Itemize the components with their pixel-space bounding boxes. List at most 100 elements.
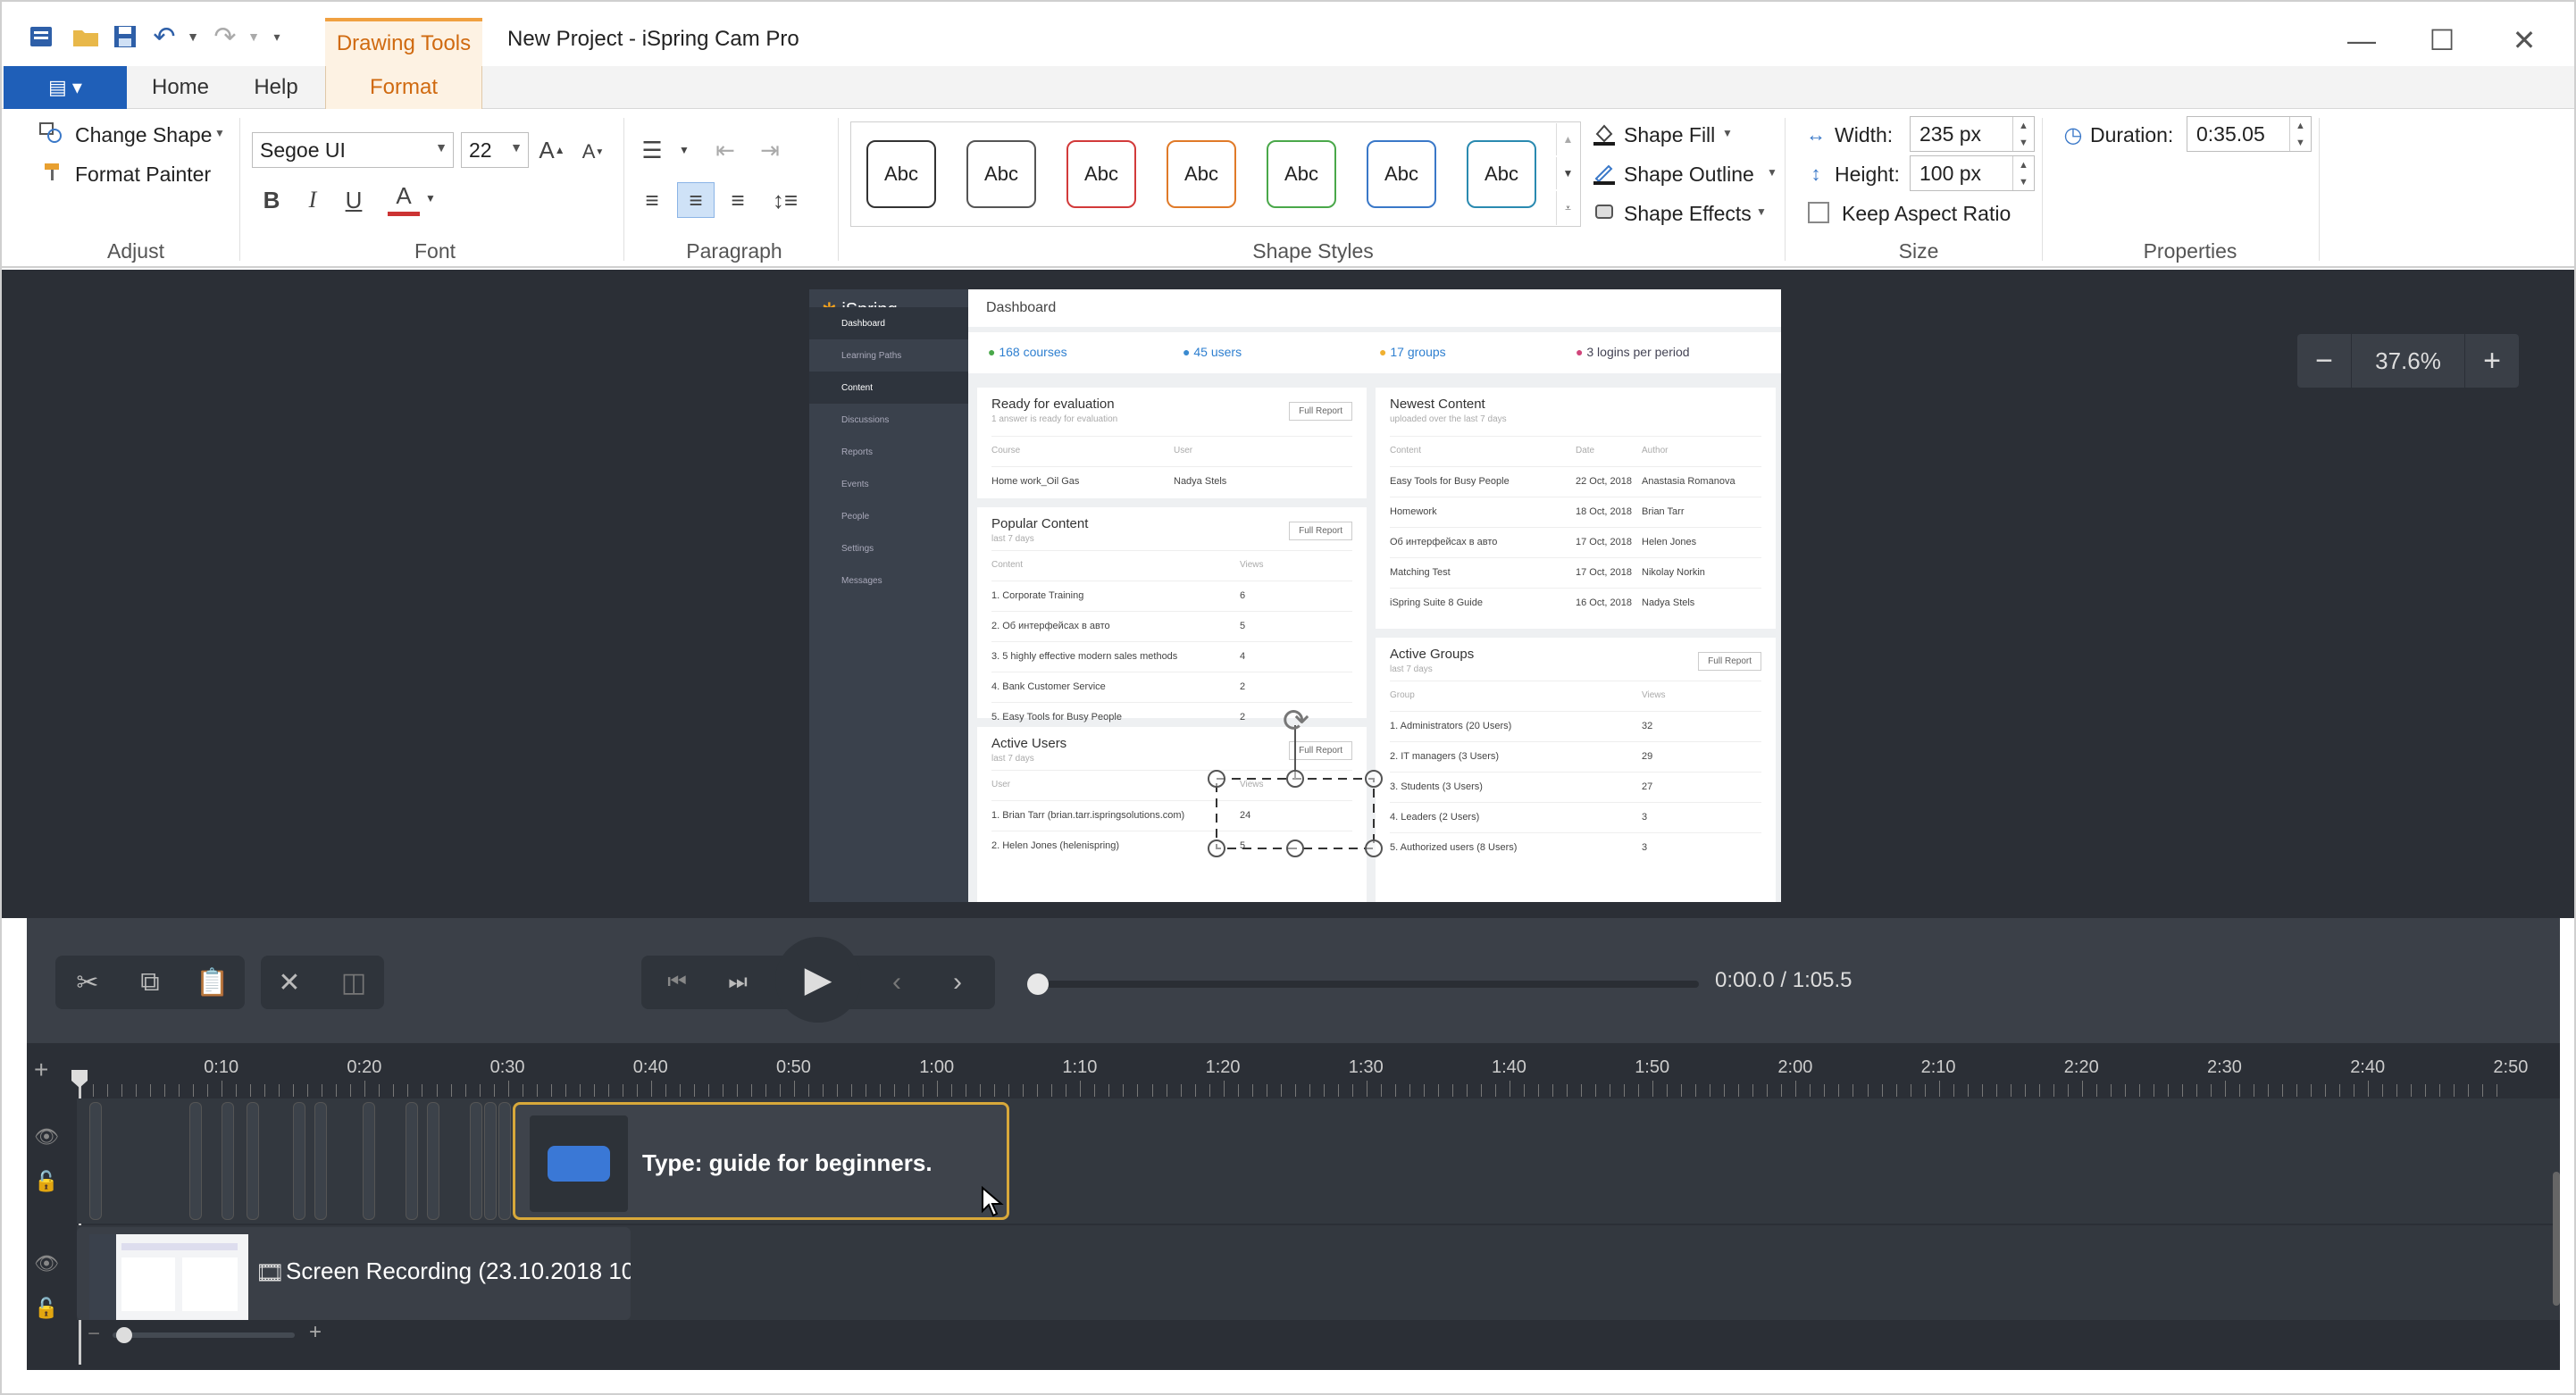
delete-icon[interactable]: ✕: [263, 956, 316, 1009]
gallery-up-icon[interactable]: ▲: [1556, 123, 1579, 155]
duration-input[interactable]: 0:35.05 ▲ ▼: [2187, 116, 2312, 152]
timeline-clip[interactable]: [222, 1102, 234, 1220]
shape-effects-button[interactable]: Shape Effects: [1624, 202, 1752, 226]
file-menu-button[interactable]: ▤ ▾: [4, 66, 127, 109]
font-color-dropdown-icon[interactable]: ▼: [422, 189, 439, 207]
app-menu-icon[interactable]: [25, 21, 57, 52]
add-track-icon[interactable]: +: [34, 1056, 48, 1084]
minimize-icon[interactable]: —: [2335, 18, 2388, 63]
lock-icon[interactable]: 🔓: [34, 1297, 58, 1320]
screen-recording-clip[interactable]: 🎞 Screen Recording (23.10.2018 10: [77, 1227, 631, 1320]
playhead-handle[interactable]: [1027, 973, 1049, 995]
selected-shape-outline[interactable]: [809, 289, 1781, 902]
font-color-button[interactable]: A: [388, 180, 420, 216]
timeline-clip[interactable]: [498, 1102, 511, 1220]
copy-icon[interactable]: ⧉: [123, 956, 177, 1009]
change-shape-button[interactable]: Change Shape: [75, 123, 212, 147]
resize-handle[interactable]: [1365, 770, 1383, 788]
shape-style-7[interactable]: Abc: [1467, 140, 1536, 208]
timeline-clip[interactable]: [470, 1102, 482, 1220]
maximize-icon[interactable]: ☐: [2415, 18, 2469, 63]
resize-handle[interactable]: [1208, 770, 1225, 788]
line-spacing-icon[interactable]: ↕≡: [763, 184, 807, 216]
bullets-icon[interactable]: ☰: [636, 134, 668, 166]
keep-aspect-checkbox[interactable]: [1808, 202, 1829, 223]
undo-dropdown-icon[interactable]: ▼: [184, 21, 202, 52]
previous-frame-icon[interactable]: ‹: [870, 956, 924, 1009]
shape-style-4[interactable]: Abc: [1167, 140, 1236, 208]
resize-handle[interactable]: [1365, 840, 1383, 857]
timeline-zoom-slider[interactable]: [113, 1332, 295, 1338]
timeline-clip[interactable]: [314, 1102, 327, 1220]
underline-button[interactable]: U: [338, 184, 370, 216]
align-left-icon[interactable]: ≡: [636, 184, 668, 216]
timeline-clip[interactable]: [189, 1102, 202, 1220]
redo-dropdown-icon[interactable]: ▼: [245, 21, 263, 52]
close-icon[interactable]: ✕: [2497, 18, 2551, 63]
open-folder-icon[interactable]: [70, 21, 102, 52]
shape-fill-dropdown-icon[interactable]: ▼: [1722, 127, 1733, 139]
align-right-icon[interactable]: ≡: [722, 184, 754, 216]
customize-toolbar-icon[interactable]: ▾: [268, 21, 286, 52]
eye-icon[interactable]: 👁: [34, 1252, 59, 1275]
width-input[interactable]: 235 px ▲ ▼: [1910, 116, 2035, 152]
gallery-down-icon[interactable]: ▼: [1556, 157, 1579, 189]
shape-outline-dropdown-icon[interactable]: ▼: [1767, 166, 1777, 179]
bullets-dropdown-icon[interactable]: ▼: [675, 141, 693, 159]
bold-button[interactable]: B: [255, 184, 288, 216]
timeline-clip[interactable]: [293, 1102, 305, 1220]
shape-outline-button[interactable]: Shape Outline: [1624, 163, 1754, 187]
eye-icon[interactable]: 👁: [34, 1125, 59, 1149]
timeline-zoom-out-icon[interactable]: −: [88, 1322, 100, 1347]
timeline-vertical-scrollbar[interactable]: [2553, 1172, 2560, 1306]
font-family-select[interactable]: Segoe UI ▼: [252, 132, 454, 168]
italic-button[interactable]: I: [297, 184, 329, 216]
split-icon[interactable]: ◫: [327, 956, 381, 1009]
tab-format[interactable]: Format: [325, 66, 482, 109]
timeline-clip[interactable]: [89, 1102, 102, 1220]
timeline-clip[interactable]: [363, 1102, 375, 1220]
redo-icon[interactable]: ↷: [209, 21, 241, 52]
skip-to-end-icon[interactable]: ⏭: [711, 956, 765, 1009]
save-icon[interactable]: [109, 21, 141, 52]
timeline-zoom-in-icon[interactable]: +: [309, 1320, 322, 1345]
timeline-clip[interactable]: [484, 1102, 497, 1220]
shrink-font-icon[interactable]: A ▼: [577, 136, 609, 168]
selected-shape-clip[interactable]: Type: guide for beginners.: [513, 1102, 1009, 1220]
spinner-icon[interactable]: ▲ ▼: [2012, 156, 2034, 190]
height-input[interactable]: 100 px ▲ ▼: [1910, 155, 2035, 191]
timeline-zoom-handle[interactable]: [116, 1327, 132, 1343]
lock-icon[interactable]: 🔓: [34, 1170, 58, 1193]
shape-style-5[interactable]: Abc: [1267, 140, 1336, 208]
zoom-in-button[interactable]: +: [2465, 344, 2519, 379]
grow-font-icon[interactable]: A ▲: [536, 134, 568, 166]
timeline-clip[interactable]: [406, 1102, 418, 1220]
tab-help[interactable]: Help: [236, 66, 316, 109]
undo-icon[interactable]: ↶: [148, 21, 180, 52]
increase-indent-icon[interactable]: ⇥: [754, 134, 786, 166]
skip-to-start-icon[interactable]: ⏮: [650, 956, 704, 1009]
playback-progress-track[interactable]: [1031, 981, 1699, 988]
shape-style-2[interactable]: Abc: [966, 140, 1036, 208]
video-preview[interactable]: ✲ iSpring Dashboard Learning Paths Conte…: [809, 289, 1781, 902]
tab-home[interactable]: Home: [136, 66, 225, 109]
timeline-clip[interactable]: [427, 1102, 439, 1220]
resize-handle[interactable]: [1208, 840, 1225, 857]
rotate-handle-icon[interactable]: ⟳: [1277, 702, 1315, 739]
spinner-icon[interactable]: ▲ ▼: [2012, 117, 2034, 151]
resize-handle[interactable]: [1286, 840, 1304, 857]
shape-style-6[interactable]: Abc: [1367, 140, 1436, 208]
gallery-more-icon[interactable]: ⩡: [1556, 191, 1579, 225]
zoom-out-button[interactable]: −: [2297, 344, 2351, 379]
play-button[interactable]: ▶: [775, 937, 861, 1023]
shape-style-3[interactable]: Abc: [1066, 140, 1136, 208]
shape-style-1[interactable]: Abc: [866, 140, 936, 208]
timeline-clip[interactable]: [247, 1102, 259, 1220]
shape-effects-dropdown-icon[interactable]: ▼: [1756, 205, 1767, 218]
decrease-indent-icon[interactable]: ⇤: [709, 134, 741, 166]
resize-handle[interactable]: [1286, 770, 1304, 788]
paste-icon[interactable]: 📋: [186, 956, 239, 1009]
format-painter-button[interactable]: Format Painter: [75, 163, 211, 187]
shape-fill-button[interactable]: Shape Fill: [1624, 123, 1715, 147]
font-size-select[interactable]: 22 ▼: [461, 132, 529, 168]
